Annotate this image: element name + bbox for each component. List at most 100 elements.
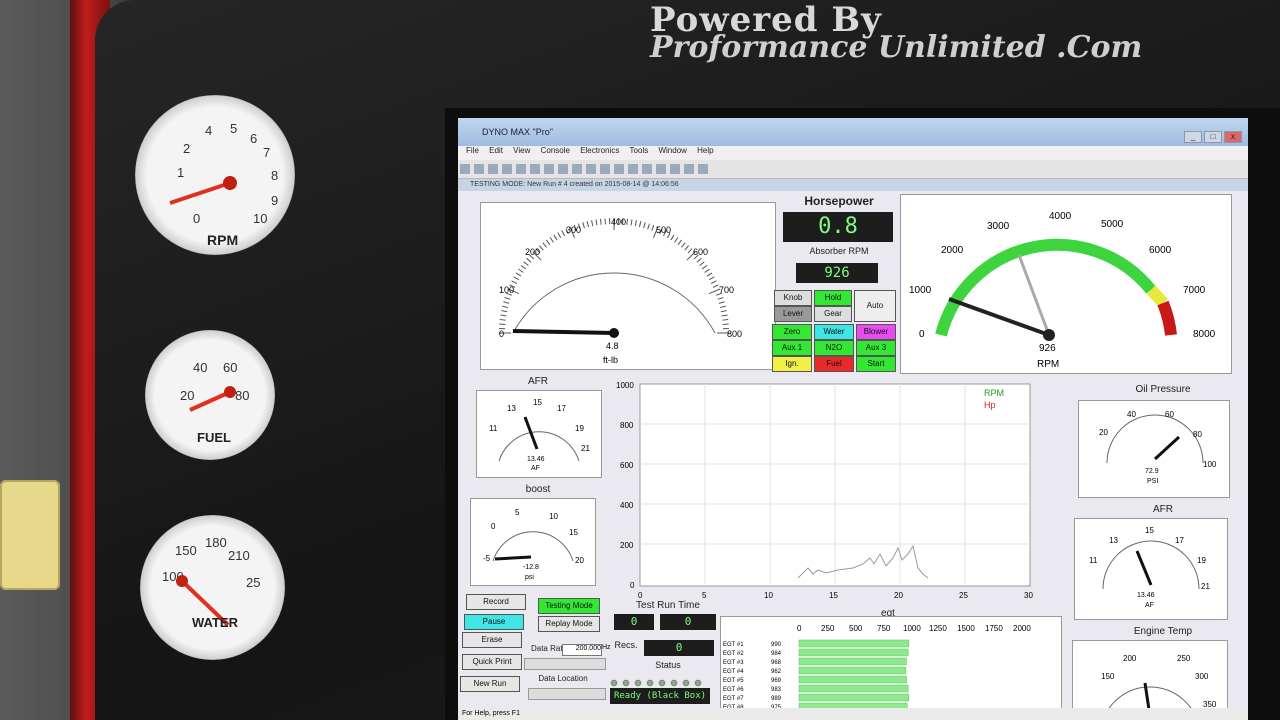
svg-text:150: 150 (1101, 672, 1115, 681)
svg-text:10: 10 (549, 512, 558, 521)
svg-text:750: 750 (877, 624, 891, 633)
toolbar-icon[interactable] (502, 164, 512, 174)
svg-text:2000: 2000 (941, 245, 964, 256)
svg-text:100: 100 (499, 285, 514, 295)
toolbar-icon[interactable] (586, 164, 596, 174)
svg-text:6000: 6000 (1149, 245, 1172, 256)
toolbar-icon[interactable] (544, 164, 554, 174)
toolbar (458, 160, 1248, 179)
svg-text:400: 400 (620, 501, 634, 510)
maximize-button[interactable]: □ (1204, 131, 1222, 143)
torque-tick (546, 239, 551, 246)
torque-tick (708, 276, 715, 281)
torque-tick (718, 301, 725, 304)
svg-text:0: 0 (630, 581, 635, 590)
menu-electronics[interactable]: Electronics (580, 146, 619, 155)
toolbar-icon[interactable] (572, 164, 582, 174)
torque-tick (681, 242, 686, 248)
svg-text:250: 250 (821, 624, 835, 633)
toolbar-icon[interactable] (516, 164, 526, 174)
svg-text:20: 20 (575, 556, 584, 565)
hold-button[interactable]: Hold (814, 290, 852, 306)
svg-text:-5: -5 (483, 554, 491, 563)
toolbar-icon[interactable] (684, 164, 694, 174)
egt-row-label: EGT #2 (723, 651, 744, 657)
erase-button[interactable]: Erase (462, 632, 522, 648)
close-button[interactable]: x (1224, 131, 1242, 143)
aux1-button[interactable]: Aux 1 (772, 340, 812, 356)
oil-pressure-title: Oil Pressure (1135, 384, 1191, 395)
torque-tick (712, 284, 719, 288)
knob-button[interactable]: Knob (774, 290, 812, 306)
svg-text:0: 0 (491, 522, 496, 531)
rpm-unit: RPM (1037, 359, 1059, 370)
menu-edit[interactable]: Edit (489, 146, 503, 155)
toolbar-icon[interactable] (530, 164, 540, 174)
egt-row-label: EGT #4 (723, 669, 744, 675)
toolbar-icon[interactable] (600, 164, 610, 174)
svg-text:-12.8: -12.8 (523, 564, 539, 571)
toolbar-icon[interactable] (474, 164, 484, 174)
window-titlebar: DYNO MAX "Pro" _ □ x (458, 118, 1248, 146)
boost-title: boost (525, 484, 551, 495)
blower-button[interactable]: Blower (856, 324, 896, 340)
menu-view[interactable]: View (513, 146, 530, 155)
test-run-time-label: Test Run Time (636, 600, 700, 611)
svg-text:13.46: 13.46 (1137, 592, 1155, 599)
data-rate-input[interactable]: 200.000 (562, 644, 602, 656)
start-button[interactable]: Start (856, 356, 896, 372)
absorber-rpm-label: Absorber RPM (809, 246, 869, 256)
auto-button[interactable]: Auto (854, 290, 896, 322)
torque-tick (561, 230, 565, 237)
toolbar-icon[interactable] (488, 164, 498, 174)
testing-mode-button[interactable]: Testing Mode (538, 598, 600, 614)
torque-tick (553, 234, 558, 241)
svg-text:800: 800 (620, 421, 634, 430)
svg-text:800: 800 (727, 329, 742, 339)
torque-tick (626, 218, 629, 225)
egt-row-label: EGT #5 (723, 678, 744, 684)
toolbar-icon[interactable] (698, 164, 708, 174)
svg-text:10: 10 (253, 211, 267, 226)
svg-text:7: 7 (263, 145, 270, 160)
toolbar-icon[interactable] (558, 164, 568, 174)
svg-text:psi: psi (525, 574, 534, 581)
new-run-button[interactable]: New Run (460, 676, 520, 692)
n2o-button[interactable]: N2O (814, 340, 854, 356)
menu-console[interactable]: Console (541, 146, 570, 155)
quick-print-button[interactable]: Quick Print (462, 654, 522, 670)
pause-button[interactable]: Pause (464, 614, 524, 630)
menu-help[interactable]: Help (697, 146, 713, 155)
replay-mode-button[interactable]: Replay Mode (538, 616, 600, 632)
fuel-button[interactable]: Fuel (814, 356, 854, 372)
toolbar-icon[interactable] (656, 164, 666, 174)
menu-window[interactable]: Window (658, 146, 686, 155)
toolbar-icon[interactable] (614, 164, 624, 174)
toolbar-icon[interactable] (460, 164, 470, 174)
rpm-num: 4 (205, 123, 212, 138)
zero-button[interactable]: Zero (772, 324, 812, 340)
aux3-button[interactable]: Aux 3 (856, 340, 896, 356)
brand-line2: Proformance Unlimited .Com (650, 30, 1143, 65)
data-rate-slider[interactable] (524, 658, 606, 670)
menu-file[interactable]: File (466, 146, 479, 155)
lever-button[interactable]: Lever (774, 306, 812, 322)
toolbar-icon[interactable] (628, 164, 638, 174)
gear-button[interactable]: Gear (814, 306, 852, 322)
svg-text:15: 15 (533, 398, 542, 407)
svg-text:0: 0 (193, 211, 200, 226)
water-button[interactable]: Water (814, 324, 854, 340)
toolbar-icon[interactable] (670, 164, 680, 174)
minimize-button[interactable]: _ (1184, 131, 1202, 143)
svg-text:15: 15 (569, 528, 578, 537)
menu-tools[interactable]: Tools (630, 146, 649, 155)
torque-tick (674, 237, 679, 243)
torque-gauge-panel: 0 100 200 300 400 500 600 700 800 4.8 ft… (480, 202, 776, 370)
toolbar-icon[interactable] (642, 164, 652, 174)
water-gauge-label: WATER (192, 615, 239, 630)
ign-button[interactable]: Ign. (772, 356, 812, 372)
svg-text:2: 2 (183, 141, 190, 156)
data-location-slider[interactable] (528, 688, 606, 700)
record-button[interactable]: Record (466, 594, 526, 610)
data-location-label: Data Location (538, 674, 588, 683)
